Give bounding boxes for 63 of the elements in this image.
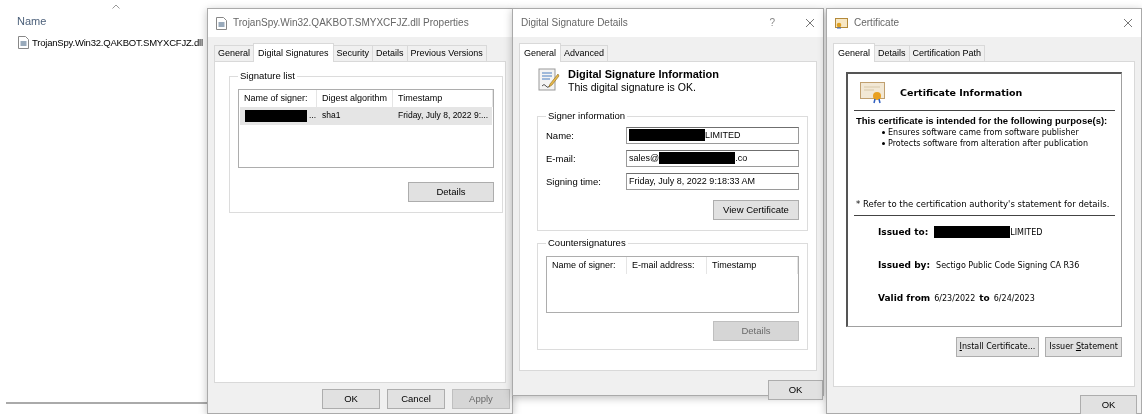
- table-row[interactable]: ... sha1 Friday, July 8, 2022 9:...: [240, 107, 492, 125]
- help-button[interactable]: ?: [769, 17, 775, 29]
- tab[interactable]: General: [214, 45, 255, 61]
- button[interactable]: View Certificate: [713, 199, 799, 220]
- note-text: * Refer to the certification authority's statement for details.: [856, 198, 1111, 210]
- field-label: Issued by:: [878, 260, 931, 271]
- field-value: 6/24/2023: [993, 293, 1035, 304]
- certificate-icon: [835, 17, 848, 29]
- purpose-heading: This certificate is intended for the following purpose(s):: [856, 114, 1109, 127]
- certificate-icon: [860, 81, 886, 104]
- heading: Digital Signature Information: [568, 67, 719, 81]
- input-field[interactable]: sales@ .co: [626, 149, 799, 167]
- field-label: Signing time:: [546, 175, 602, 188]
- group-label: Signer information: [546, 109, 628, 121]
- input-field[interactable]: Friday, July 8, 2022 9:18:33 AM: [626, 172, 799, 190]
- tab[interactable]: Advanced: [560, 45, 609, 61]
- purpose-item: Protects software from alteration after publication: [854, 138, 1115, 149]
- tab[interactable]: Digital Signatures: [253, 43, 334, 62]
- tab[interactable]: General: [519, 43, 562, 62]
- button[interactable]: Cancel: [387, 389, 445, 409]
- heading: Certificate Information: [900, 87, 1023, 99]
- table-cell-text: sha1: [321, 109, 342, 122]
- button[interactable]: OK: [322, 389, 380, 409]
- document-signature-icon: [538, 67, 560, 92]
- column-header[interactable]: Name of signer:: [239, 90, 317, 107]
- field-label: Name:: [546, 129, 575, 142]
- field-value: Sectigo Public Code Signing CA R36: [936, 260, 1080, 271]
- purpose-item: Ensures software came from software publisher: [854, 128, 1115, 139]
- group-label: Countersignatures: [546, 236, 628, 248]
- column-header[interactable]: Name of signer:: [547, 256, 627, 274]
- status-text: This digital signature is OK.: [568, 81, 697, 94]
- tab[interactable]: Certification Path: [908, 45, 986, 61]
- column-header[interactable]: Timestamp: [393, 90, 493, 107]
- table-cell-text: Friday, July 8, 2022 9:...: [397, 109, 490, 122]
- field-value: 6/23/2022: [934, 293, 976, 304]
- field-label: Issued to:: [878, 226, 929, 238]
- column-header[interactable]: E-mail address:: [627, 256, 707, 274]
- sort-icon: [112, 4, 120, 9]
- file-icon: [18, 36, 29, 49]
- field-label: E-mail:: [546, 152, 577, 165]
- button[interactable]: Issuer Statement: [1045, 336, 1122, 357]
- tab[interactable]: Security: [332, 45, 374, 61]
- close-icon[interactable]: [1123, 18, 1133, 28]
- tab[interactable]: General: [833, 43, 876, 62]
- file-item[interactable]: TrojanSpy.Win32.QAKBOT.SMYXCFJZ.dll: [0, 34, 207, 51]
- field-value: LIMITED: [934, 226, 1043, 239]
- button[interactable]: OK: [1080, 394, 1137, 414]
- field-label: to: [979, 292, 990, 304]
- window-title: Digital Signature Details: [521, 17, 628, 29]
- close-icon[interactable]: [805, 18, 815, 28]
- window-title: Certificate: [854, 17, 899, 29]
- input-field[interactable]: LIMITED: [626, 126, 799, 144]
- button[interactable]: Details: [408, 182, 494, 203]
- button[interactable]: OK: [768, 379, 823, 400]
- button[interactable]: Install Certificate...: [955, 336, 1040, 357]
- window-title: TrojanSpy.Win32.QAKBOT.SMYXCFJZ.dll Properties: [233, 17, 469, 29]
- file-icon: [216, 16, 227, 30]
- tab[interactable]: Previous Versions: [406, 45, 487, 61]
- group-label: Signature list: [238, 69, 297, 82]
- column-header[interactable]: Digest algorithm: [317, 90, 393, 107]
- column-header[interactable]: Name: [17, 14, 47, 28]
- field-label: Valid from: [878, 292, 931, 304]
- column-header[interactable]: Timestamp: [707, 256, 798, 274]
